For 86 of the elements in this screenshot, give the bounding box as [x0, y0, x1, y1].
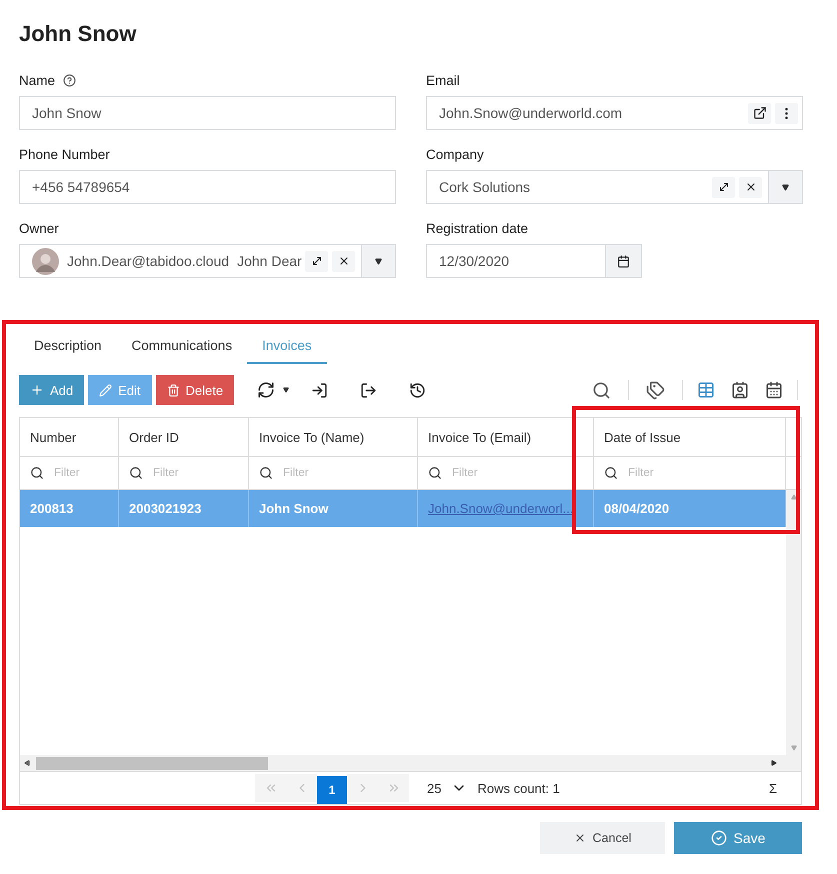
field-label: Phone Number	[19, 146, 110, 162]
calendar-button[interactable]	[605, 245, 641, 277]
table-cell: 200813	[20, 490, 119, 527]
sum-button[interactable]: Σ	[768, 780, 777, 796]
tab[interactable]: Description	[19, 330, 117, 364]
filter-field[interactable]: Filter	[52, 466, 118, 480]
expand-icon	[310, 255, 322, 267]
filter-field[interactable]: Filter	[151, 466, 248, 480]
close-icon	[338, 255, 350, 267]
export-icon	[360, 382, 378, 398]
search-icon	[428, 466, 442, 480]
trash-icon	[166, 384, 180, 396]
search-icon	[129, 466, 143, 480]
dropdown-button[interactable]	[361, 245, 395, 277]
delete-button[interactable]: Delete	[156, 375, 234, 405]
clear-button[interactable]	[739, 176, 762, 198]
table-cell: John Snow	[249, 490, 418, 527]
column-header: Number	[20, 418, 119, 456]
contact-card-icon	[731, 381, 749, 399]
search-icon	[259, 466, 273, 480]
more-button[interactable]	[775, 102, 798, 124]
dropdown-button[interactable]	[768, 171, 802, 203]
text-field[interactable]: John Snow	[19, 96, 396, 130]
field-value: John.Snow@underworld.com	[438, 105, 624, 121]
field-label: Company	[426, 146, 484, 162]
column-header: Order ID	[119, 418, 249, 456]
date-field[interactable]: 12/30/2020	[426, 244, 642, 278]
text-field[interactable]: +456 54789654	[19, 170, 396, 204]
field-secondary-value: John Dear	[236, 253, 303, 269]
tab[interactable]: Communications	[116, 330, 248, 364]
open-link-button[interactable]	[748, 102, 771, 124]
horizontal-scrollbar[interactable]	[20, 755, 801, 772]
scroll-up-icon	[790, 494, 796, 500]
page-size-select[interactable]: 25	[427, 780, 442, 796]
import-icon	[311, 382, 328, 398]
field-label: Owner	[19, 220, 59, 236]
field-value: 12/30/2020	[438, 253, 510, 269]
scroll-down-icon	[790, 745, 796, 751]
filter-field[interactable]: Filter	[450, 466, 593, 480]
page-title: John Snow	[18, 20, 138, 48]
field-value: John.Dear@tabidoo.cloud	[66, 253, 230, 269]
tags-icon	[646, 380, 665, 400]
filter-field[interactable]: Filter	[281, 466, 417, 480]
expand-button[interactable]	[712, 176, 735, 198]
field-value: John Snow	[31, 105, 102, 121]
scroll-right-icon	[771, 760, 777, 766]
expand-button[interactable]	[305, 250, 328, 272]
search-icon	[592, 380, 611, 400]
close-icon	[744, 181, 756, 193]
avatar-icon	[32, 248, 59, 274]
column-header: Invoice To (Email)	[418, 418, 594, 456]
table-icon	[697, 381, 715, 399]
refresh-icon	[257, 381, 276, 399]
field-value: Cork Solutions	[438, 179, 530, 195]
expand-icon	[718, 181, 730, 193]
caret-icon	[375, 258, 382, 264]
table-cell: 2003021923	[119, 490, 249, 527]
email-field[interactable]: John.Snow@underworld.com	[426, 96, 803, 130]
field-value: +456 54789654	[31, 179, 131, 195]
owner-field[interactable]: John.Dear@tabidoo.cloud John Dear	[19, 244, 396, 278]
calendar-icon	[617, 254, 630, 268]
company-field[interactable]: Cork Solutions	[426, 170, 803, 204]
close-icon	[574, 832, 586, 844]
calendar-icon	[765, 381, 783, 399]
column-header: Invoice To (Name)	[249, 418, 418, 456]
search-icon	[30, 466, 44, 480]
history-icon	[409, 382, 426, 398]
field-label: Name	[19, 72, 56, 88]
filter-field[interactable]: Filter	[626, 466, 785, 480]
pencil-icon	[99, 384, 112, 396]
cancel-button[interactable]: Cancel	[540, 822, 665, 854]
column-header: Date of Issue	[594, 418, 786, 456]
clear-button[interactable]	[332, 250, 355, 272]
scrollbar-thumb[interactable]	[36, 756, 268, 770]
search-icon	[604, 466, 618, 480]
rows-count: Rows count: 1	[477, 780, 560, 796]
plus-icon	[30, 383, 44, 397]
external-link-icon	[752, 106, 766, 120]
caret-icon	[283, 387, 290, 393]
scroll-left-icon	[24, 760, 30, 766]
page-button[interactable]: 1	[317, 776, 347, 804]
check-icon	[710, 830, 727, 846]
field-label: Registration date	[426, 220, 528, 236]
caret-icon	[782, 184, 789, 190]
field-label: Email	[426, 72, 460, 88]
vertical-scrollbar[interactable]	[786, 490, 801, 755]
